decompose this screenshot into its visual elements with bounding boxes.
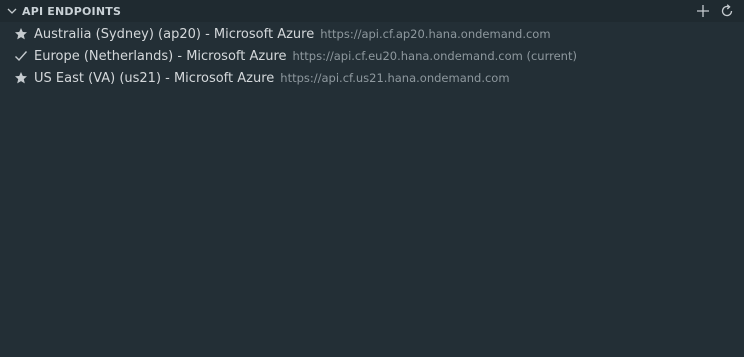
list-item[interactable]: US East (VA) (us21) - Microsoft Azure ht… <box>0 67 744 89</box>
api-endpoints-panel: API ENDPOINTS Australia (Sydney) (ap20) … <box>0 0 744 357</box>
star-icon <box>13 26 29 42</box>
endpoint-label: Europe (Netherlands) - Microsoft Azure <box>34 48 287 64</box>
list-item[interactable]: Australia (Sydney) (ap20) - Microsoft Az… <box>0 23 744 45</box>
star-icon <box>13 70 29 86</box>
refresh-icon <box>721 4 733 17</box>
chevron-down-icon[interactable] <box>4 3 20 19</box>
list-item[interactable]: Europe (Netherlands) - Microsoft Azure h… <box>0 45 744 67</box>
refresh-button[interactable] <box>718 2 736 20</box>
section-header[interactable]: API ENDPOINTS <box>0 0 744 22</box>
section-title: API ENDPOINTS <box>22 4 122 18</box>
plus-icon <box>697 5 709 17</box>
endpoint-url: https://api.cf.eu20.hana.ondemand.com (c… <box>292 49 577 63</box>
check-icon <box>13 48 29 64</box>
endpoint-label: Australia (Sydney) (ap20) - Microsoft Az… <box>34 26 315 42</box>
endpoint-url: https://api.cf.ap20.hana.ondemand.com <box>320 27 551 41</box>
endpoint-url: https://api.cf.us21.hana.ondemand.com <box>280 71 510 85</box>
header-actions <box>694 2 736 20</box>
endpoint-list: Australia (Sydney) (ap20) - Microsoft Az… <box>0 22 744 89</box>
add-button[interactable] <box>694 2 712 20</box>
endpoint-label: US East (VA) (us21) - Microsoft Azure <box>34 70 275 86</box>
